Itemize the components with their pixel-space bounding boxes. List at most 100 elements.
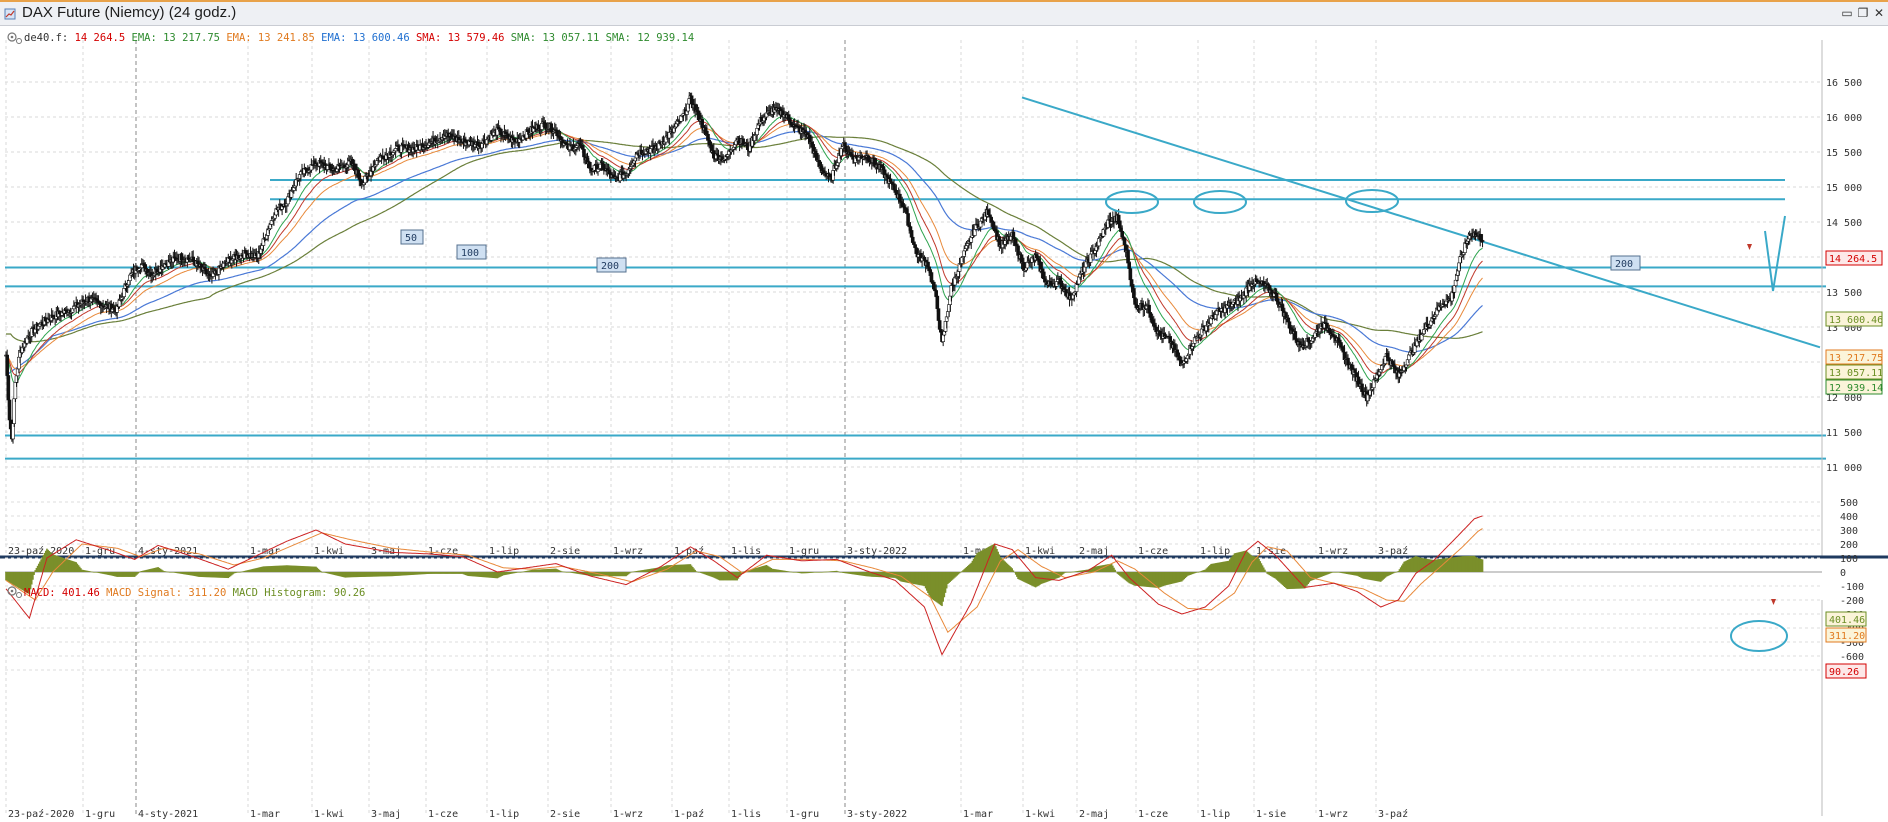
price-axis-label: 14 500 <box>1826 218 1862 229</box>
chart-app-icon <box>4 8 16 20</box>
macd-date-label: 1-lis <box>731 809 761 820</box>
macd-date-label: 1-lip <box>489 809 519 820</box>
macd-date-label: 1-wrz <box>1318 809 1348 820</box>
macd-date-label: 1-lip <box>1200 809 1230 820</box>
date-axis-label: 1-kwi <box>1025 546 1055 557</box>
macd-axis-label: 500 <box>1840 498 1858 509</box>
macd-date-label: 3-sty-2022 <box>847 809 907 820</box>
date-axis-label: 2-sie <box>550 546 580 557</box>
macd-axis-label: -100 <box>1840 582 1864 593</box>
macd-date-label: 1-kwi <box>314 809 344 820</box>
ma-label: 200 <box>1615 259 1633 270</box>
down-arrow-icon <box>1747 244 1752 250</box>
candle-body <box>1480 240 1485 242</box>
moving-averages <box>5 113 1483 384</box>
macd-date-label: 3-paź <box>1378 808 1408 820</box>
macd-date-label: 1-sie <box>1256 809 1286 820</box>
price-axis-label: 11 000 <box>1826 463 1862 474</box>
price-axis-label: 15 500 <box>1826 148 1862 159</box>
histogram-bar <box>33 572 35 575</box>
ma-green-line <box>5 113 1483 384</box>
macd-tag-label: 311.20 <box>1829 631 1865 642</box>
histogram-bar <box>1264 569 1266 572</box>
date-axis-label: 2-maj <box>1079 546 1109 557</box>
highlight-ellipse <box>1105 190 1159 214</box>
macd-tag-label: 90.26 <box>1829 667 1859 678</box>
date-axis-label: 1-lis <box>731 546 761 557</box>
legend-value: 13 217.75 <box>157 32 220 44</box>
price-panel[interactable]: 50100200200 11 00011 50012 00012 50013 0… <box>4 32 1884 557</box>
date-axis-label: 1-gru <box>789 546 819 557</box>
histogram-bar <box>138 572 141 573</box>
close-icon[interactable]: ✕ <box>1872 6 1886 20</box>
macd-panel[interactable]: -700-600-500-400-300-200-100010020030040… <box>5 498 1867 820</box>
macd-date-label: 1-mar <box>250 809 280 820</box>
window-title: DAX Future (Niemcy) (24 godz.) <box>22 4 237 21</box>
legend-key: EMA: <box>220 32 252 44</box>
ma-label: 50 <box>405 233 417 244</box>
ma-label: 100 <box>461 248 479 259</box>
macd-line <box>5 515 1483 656</box>
macd-tag-label: 401.46 <box>1829 615 1865 626</box>
legend-value: 13 600.46 <box>346 32 409 44</box>
date-axis-label: 3-paź <box>1378 545 1408 557</box>
macd-lines <box>5 515 1483 656</box>
macd-date-label: 1-cze <box>1138 809 1168 820</box>
price-tag-label: 14 264.5 <box>1829 254 1877 265</box>
macd-legend: MACD: 401.46 MACD Signal: 311.20 MACD Hi… <box>24 587 365 599</box>
date-axis-label: 1-wrz <box>1318 546 1348 557</box>
support-resistance-lines <box>5 96 1826 460</box>
settings-icon[interactable] <box>7 32 22 44</box>
annotations: 50 100 200 200 <box>400 189 1786 292</box>
macd-date-label: 1-paź <box>674 808 704 820</box>
legend-key: SMA: <box>599 32 631 44</box>
legend-key: SMA: <box>504 32 536 44</box>
macd-axis-label: 200 <box>1840 540 1858 551</box>
histogram-bar <box>1114 569 1116 572</box>
price-axis-label: 13 500 <box>1826 288 1862 299</box>
macd-legend-item: MACD Signal: 311.20 <box>100 587 226 599</box>
title-bar: DAX Future (Niemcy) (24 godz.) ▭ ❐ ✕ <box>0 0 1888 26</box>
date-axis-label: 1-cze <box>1138 546 1168 557</box>
price-axis-label: 16 000 <box>1826 113 1862 124</box>
chart-canvas[interactable]: 50100200200 11 00011 50012 00012 50013 0… <box>0 26 1888 822</box>
macd-date-label: 2-sie <box>550 809 580 820</box>
macd-down-arrow-icon <box>1771 599 1776 605</box>
projection-arrow-line <box>1764 215 1786 292</box>
macd-date-label: 2-maj <box>1079 809 1109 820</box>
price-axis: 11 00011 50012 00012 50013 00013 50014 0… <box>1821 40 1862 556</box>
highlight-ellipse <box>1193 190 1247 214</box>
price-axis-label: 15 000 <box>1826 183 1862 194</box>
macd-highlight-ellipse <box>1730 620 1788 652</box>
macd-axis-label: -200 <box>1840 596 1864 607</box>
price-axis-label: 16 500 <box>1826 78 1862 89</box>
minimize-icon[interactable]: ▭ <box>1840 6 1854 20</box>
macd-date-label: 1-mar <box>963 809 993 820</box>
candle-body <box>12 398 16 424</box>
price-tag-label: 13 057.11 <box>1829 368 1883 379</box>
macd-date-label: 1-cze <box>428 809 458 820</box>
macd-legend-item: MACD: 401.46 <box>24 587 100 599</box>
legend-key: de40.f: <box>24 32 68 44</box>
price-legend: de40.f: 14 264.5 EMA: 13 217.75 EMA: 13 … <box>24 32 694 44</box>
macd-date-axis: 23-paź-2020 1-gru 4-sty-2021 1-mar 1-kwi 3-ma… <box>8 808 1408 820</box>
histogram-bar <box>319 570 322 572</box>
histogram-bar <box>1481 559 1484 572</box>
date-axis-label: 1-lip <box>489 546 519 557</box>
restore-icon[interactable]: ❐ <box>1856 6 1870 20</box>
legend-value: 14 264.5 <box>68 32 125 44</box>
price-axis-label: 11 500 <box>1826 428 1862 439</box>
price-tag-label: 12 939.14 <box>1829 383 1883 394</box>
macd-axis: -700-600-500-400-300-200-100010020030040… <box>1821 498 1864 816</box>
macd-legend-item: MACD Histogram: 90.26 <box>226 587 365 599</box>
macd-date-label: 1-wrz <box>613 809 643 820</box>
macd-axis-label: -600 <box>1840 652 1864 663</box>
legend-value: 12 939.14 <box>631 32 694 44</box>
legend-value: 13 057.11 <box>536 32 599 44</box>
price-axis-label: 12 000 <box>1826 393 1862 404</box>
price-grid <box>5 40 1822 556</box>
macd-axis-label: 0 <box>1840 568 1846 579</box>
ma-label: 200 <box>601 261 619 272</box>
macd-axis-label: 300 <box>1840 526 1858 537</box>
date-axis-label: 1-wrz <box>613 546 643 557</box>
